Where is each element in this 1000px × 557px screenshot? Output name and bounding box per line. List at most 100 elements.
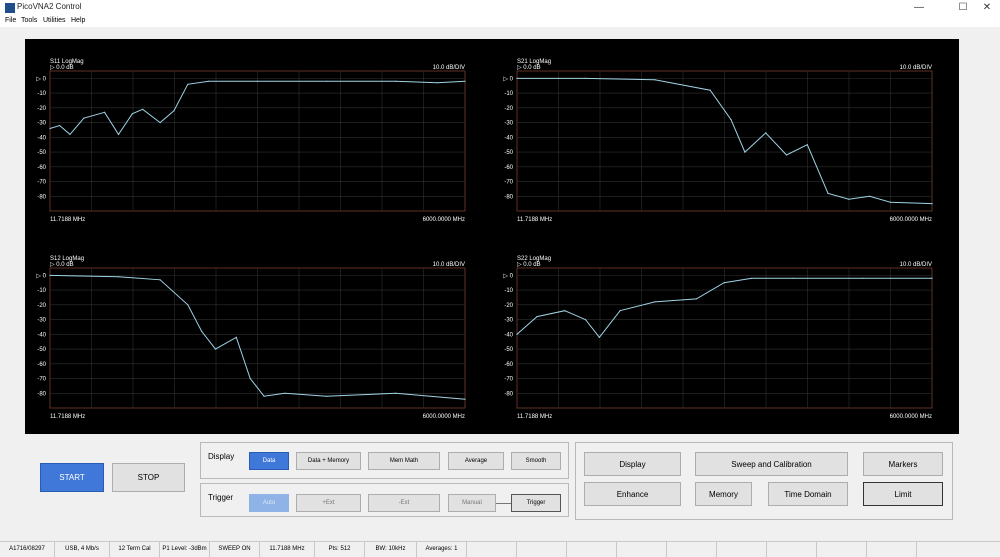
app-icon: [5, 3, 15, 13]
status-sweep: SWEEP ON: [210, 542, 260, 557]
s22-xstart-label: 11.7188 MHz: [517, 414, 552, 420]
s21-trace-point: [730, 119, 732, 121]
s12-scale: 10.0 dB/DIV: [433, 262, 465, 268]
display-data-memory-button[interactable]: Data + Memory: [296, 452, 361, 470]
s22-trace-point: [723, 282, 725, 284]
s12-trace-point: [263, 395, 265, 397]
s22-trace-point: [598, 336, 601, 338]
s21-trace-point: [744, 151, 746, 153]
maximize-button[interactable]: ☐: [951, 1, 975, 15]
s21-trace-point: [785, 154, 788, 156]
s21-trace-point: [806, 144, 808, 146]
menu-tools[interactable]: Tools: [21, 17, 37, 24]
status-empty-9: [867, 542, 917, 557]
sweep-calibration-button[interactable]: Sweep and Calibration: [695, 452, 848, 476]
s11-ytick-label: -50: [37, 150, 46, 156]
s12-ytick-label: -60: [37, 362, 46, 368]
s11-trace-point: [208, 80, 210, 82]
s11-trace-point: [117, 133, 120, 135]
trigger-plus-ext-button[interactable]: +Ext: [296, 494, 361, 512]
s22-trace-point: [536, 316, 538, 318]
enhance-button[interactable]: Enhance: [584, 482, 681, 506]
s21-scale: 10.0 dB/DIV: [900, 65, 932, 71]
s11-trace-point: [256, 80, 258, 82]
status-bar: A1716/08297 USB, 4 Mb/s 12 Term Cal P1 L…: [0, 541, 1000, 557]
s21-xstop-label: 6000.0000 MHz: [890, 217, 932, 223]
s21-trace-point: [709, 89, 711, 91]
s22-trace-point: [695, 298, 698, 300]
display-data-button[interactable]: Data: [249, 452, 289, 470]
s11-trace-point: [59, 124, 61, 127]
s22-trace-point: [564, 310, 566, 312]
trigger-group-label: Trigger: [208, 493, 234, 502]
s22-ytick-label: -80: [504, 391, 513, 397]
s21-trace-point: [889, 201, 892, 203]
s12-trace-point: [235, 336, 237, 338]
display-mem-math-button[interactable]: Mem Math: [368, 452, 440, 470]
s12-ref-level: ▷ 0.0 dB: [50, 262, 74, 268]
status-bandwidth: BW: 10kHz: [365, 542, 417, 557]
menu-utilities[interactable]: Utilities: [43, 17, 66, 24]
memory-button[interactable]: Memory: [695, 482, 752, 506]
status-empty-1: [467, 542, 517, 557]
s-parameter-plots: 0-10-20-30-40-50-60-70-80▷S11 LogMag▷ 0.…: [36, 59, 933, 420]
menu-help[interactable]: Help: [71, 17, 85, 24]
s12-ytick-label: -20: [37, 303, 46, 309]
s12-trace-point: [284, 392, 286, 394]
s12-ytick-label: -40: [37, 332, 46, 338]
s21-trace-point: [869, 195, 871, 197]
s21-trace-point: [654, 79, 656, 81]
s12-trace-point: [49, 274, 51, 276]
s21-ytick-label: -20: [504, 106, 513, 112]
s22-ytick-label: -60: [504, 362, 513, 368]
s11-trace-point: [187, 83, 189, 85]
s11-ytick-label: -30: [37, 121, 46, 127]
status-empty-4: [617, 542, 667, 557]
s21-ytick-label: -70: [504, 180, 513, 186]
s21-ref-marker: ▷: [503, 76, 508, 82]
s11-ref-level: ▷ 0.0 dB: [50, 65, 74, 71]
s11-ref-marker: ▷: [36, 76, 41, 82]
s11-trace-point: [104, 111, 106, 113]
status-empty-2: [517, 542, 567, 557]
trigger-auto-button[interactable]: Auto: [249, 494, 289, 512]
title-bar: PicoVNA2 Control — ☐ ✕: [0, 0, 1000, 16]
stop-button[interactable]: STOP: [112, 463, 185, 492]
status-empty-7: [767, 542, 817, 557]
display-menu-button[interactable]: Display: [584, 452, 681, 476]
minimize-button[interactable]: —: [907, 1, 931, 15]
s21-trace-point: [516, 77, 518, 79]
status-usb: USB, 4 Mb/s: [55, 542, 110, 557]
s11-trace-point: [436, 82, 438, 84]
s22-ref-marker: ▷: [503, 273, 508, 279]
s21-ytick-label: -60: [504, 165, 513, 171]
trigger-manual-button[interactable]: Manual: [448, 494, 496, 512]
s22-trace-point: [619, 310, 621, 312]
s22-ytick-label: -30: [504, 318, 513, 324]
s22-ytick-label: -70: [504, 377, 513, 383]
markers-button[interactable]: Markers: [863, 452, 943, 476]
s21-trace-point: [827, 192, 829, 194]
close-button[interactable]: ✕: [975, 1, 999, 15]
status-frequency: 11.7188 MHz: [260, 542, 315, 557]
s21-xstart-label: 11.7188 MHz: [517, 217, 552, 223]
trigger-button[interactable]: Trigger: [511, 494, 561, 512]
display-group-label: Display: [208, 452, 235, 461]
s22-ytick-label: -50: [504, 347, 513, 353]
start-button[interactable]: START: [40, 463, 104, 492]
status-empty-3: [567, 542, 617, 557]
display-average-button[interactable]: Average: [448, 452, 504, 470]
s21-trace-point: [848, 198, 850, 200]
trigger-minus-ext-button[interactable]: -Ext: [368, 494, 440, 512]
time-domain-button[interactable]: Time Domain: [768, 482, 848, 506]
s12-trace-point: [159, 279, 161, 281]
status-averages: Averages: 1: [417, 542, 467, 557]
limit-button[interactable]: Limit: [863, 482, 943, 506]
status-serial: A1716/08297: [0, 542, 55, 557]
display-smooth-button[interactable]: Smooth: [511, 452, 561, 470]
s12-ytick-label: -30: [37, 318, 46, 324]
s12-trace-point: [201, 330, 203, 332]
s22-trace-point: [862, 277, 864, 279]
s12-ytick-label: -50: [37, 347, 46, 353]
menu-file[interactable]: File: [5, 17, 16, 24]
